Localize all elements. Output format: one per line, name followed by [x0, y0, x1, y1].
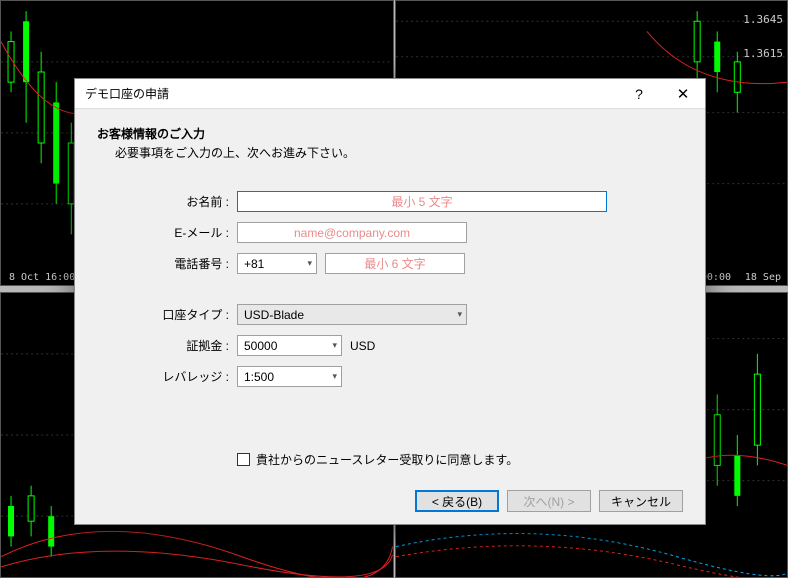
deposit-unit: USD — [350, 339, 375, 353]
leverage-label: レバレッジ : — [157, 368, 237, 385]
chevron-down-icon: ▾ — [328, 340, 337, 351]
chart-time-label: 8 Oct 16:00 — [9, 272, 75, 283]
phone-input[interactable] — [325, 253, 465, 274]
leverage-value: 1:500 — [244, 370, 274, 384]
chart-price-label: 1.3615 — [743, 47, 783, 60]
newsletter-checkbox[interactable] — [237, 453, 250, 466]
close-button[interactable]: ✕ — [661, 79, 705, 108]
account-type-value: USD-Blade — [244, 308, 304, 322]
chevron-down-icon: ▾ — [328, 371, 337, 382]
name-input[interactable] — [237, 191, 607, 212]
dial-code-value: +81 — [244, 257, 264, 271]
demo-account-dialog: デモ口座の申請 ? ✕ お客様情報のご入力 必要事項をご入力の上、次へお進み下さ… — [74, 78, 706, 525]
section-subheading: 必要事項をご入力の上、次へお進み下さい。 — [115, 144, 683, 161]
chevron-down-icon: ▾ — [303, 258, 312, 269]
email-input[interactable] — [237, 222, 467, 243]
back-button[interactable]: < 戻る(B) — [415, 490, 499, 512]
leverage-combo[interactable]: 1:500 ▾ — [237, 366, 342, 387]
deposit-value: 50000 — [244, 339, 277, 353]
newsletter-label: 貴社からのニュースレター受取りに同意します。 — [256, 451, 518, 468]
dialog-content: お客様情報のご入力 必要事項をご入力の上、次へお進み下さい。 お名前 : E-メ… — [75, 109, 705, 524]
dial-code-combo[interactable]: +81 ▾ — [237, 253, 317, 274]
account-type-label: 口座タイプ : — [157, 306, 237, 323]
account-type-combo[interactable]: USD-Blade ▾ — [237, 304, 467, 325]
deposit-combo[interactable]: 50000 ▾ — [237, 335, 342, 356]
dialog-titlebar: デモ口座の申請 ? ✕ — [75, 79, 705, 109]
phone-label: 電話番号 : — [157, 255, 237, 272]
chart-time-label: 18 Sep — [745, 272, 781, 283]
next-button: 次へ(N) > — [507, 490, 591, 512]
help-button[interactable]: ? — [617, 79, 661, 108]
chevron-down-icon: ▾ — [453, 309, 462, 320]
section-heading: お客様情報のご入力 — [97, 125, 683, 142]
deposit-label: 証拠金 : — [157, 337, 237, 354]
name-label: お名前 : — [157, 193, 237, 210]
dialog-title: デモ口座の申請 — [85, 85, 169, 102]
email-label: E-メール : — [157, 224, 237, 241]
chart-price-label: 1.3645 — [743, 13, 783, 26]
cancel-button[interactable]: キャンセル — [599, 490, 683, 512]
